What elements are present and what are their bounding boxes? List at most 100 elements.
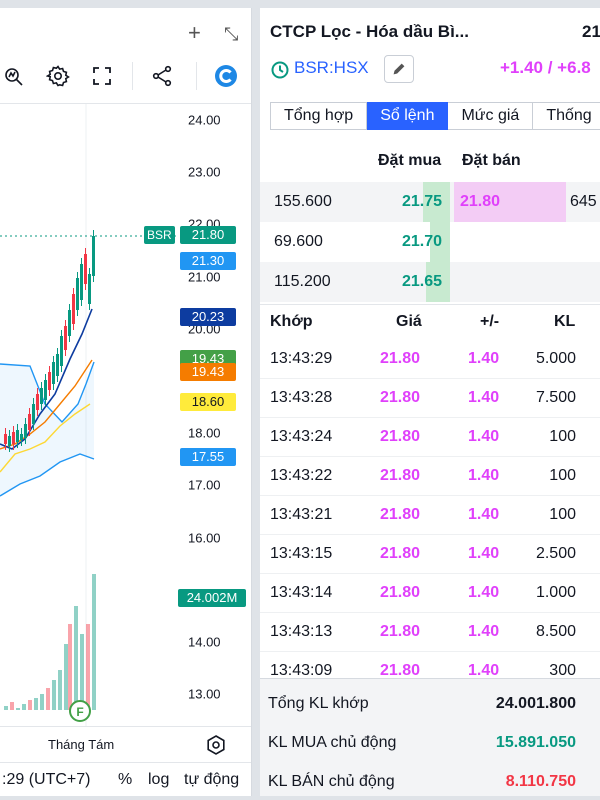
time-axis[interactable]: Tháng Tám xyxy=(0,726,251,762)
log-scale-toggle[interactable]: log xyxy=(148,771,169,789)
trades-list[interactable]: 13:43:29 21.80 1.40 5.000 13:43:28 21.80 1.40 7… xyxy=(260,340,600,676)
trade-volume: 100 xyxy=(549,428,576,445)
tab-0[interactable]: Tổng hợp xyxy=(270,102,368,130)
volume-tag: 24.002M xyxy=(178,589,246,607)
trade-time: 13:43:21 xyxy=(270,506,333,523)
fullscreen-icon[interactable] xyxy=(88,62,116,90)
trade-row: 13:43:29 21.80 1.40 5.000 xyxy=(260,340,600,379)
bid-volume: 155.600 xyxy=(274,193,332,210)
tab-1[interactable]: Sổ lệnh xyxy=(367,102,449,130)
trade-time: 13:43:14 xyxy=(270,584,333,601)
volume-bar xyxy=(86,624,90,710)
trade-volume: 100 xyxy=(549,467,576,484)
trade-time: 13:43:28 xyxy=(270,389,333,406)
price-tick-label: 17.00 xyxy=(188,477,221,493)
ask-volume: 645 xyxy=(570,193,597,210)
timezone-label[interactable]: :29 (UTC+7) xyxy=(2,771,90,789)
volume-bar xyxy=(34,698,38,710)
auto-scale-toggle[interactable]: tự động xyxy=(184,771,239,789)
trade-change: 1.40 xyxy=(468,428,500,445)
trade-change: 1.40 xyxy=(468,584,500,601)
add-panel-button[interactable]: + xyxy=(188,22,201,44)
trades-volume-header: KL xyxy=(554,313,576,330)
trade-time: 13:43:24 xyxy=(270,428,333,445)
trade-price: 21.80 xyxy=(380,467,421,484)
depth-row[interactable]: 155.600 21.75 21.80 645 xyxy=(260,182,600,222)
summary-value: 15.891.050 xyxy=(495,734,576,751)
price-tick-label: 23.00 xyxy=(188,164,221,180)
price-tick-label: 13.00 xyxy=(188,686,221,702)
trade-price: 21.80 xyxy=(380,545,421,562)
volume-summary: Tổng KL khớp 24.001.800 KL MUA chủ động 15.… xyxy=(260,678,600,796)
candle-body xyxy=(80,264,83,300)
trade-row: 13:43:13 21.80 1.40 8.500 xyxy=(260,613,600,652)
candle-body xyxy=(64,326,67,350)
brand-logo-icon[interactable] xyxy=(212,62,240,90)
tab-3[interactable]: Thống xyxy=(533,102,600,130)
chart-footer: :29 (UTC+7) % log tự động xyxy=(0,762,251,796)
settings-icon[interactable] xyxy=(44,62,72,90)
depth-row[interactable]: 69.600 21.70 xyxy=(260,222,600,262)
volume-bar xyxy=(46,688,50,710)
toolbar-divider xyxy=(132,62,133,90)
chart-panel: + ⤡ F 24.00 23.00 22.00 21.00 20.00 18.00 17.0… xyxy=(0,8,252,796)
bid-header: Đặt mua xyxy=(378,152,442,169)
edit-symbol-button[interactable] xyxy=(384,55,414,83)
trade-price: 21.80 xyxy=(380,584,421,601)
candle-body xyxy=(4,434,7,444)
price-tick-label: 24.00 xyxy=(188,112,221,128)
candle-body xyxy=(32,404,35,424)
bid-volume: 69.600 xyxy=(274,233,323,250)
collapse-panel-button[interactable]: ⤡ xyxy=(224,25,238,43)
company-title: CTCP Lọc - Hóa dầu Bì... xyxy=(270,22,469,41)
trade-time: 13:43:15 xyxy=(270,545,333,562)
summary-row: Tổng KL khớp 24.001.800 xyxy=(260,685,600,723)
share-icon[interactable] xyxy=(148,62,176,90)
order-book-tabs: Tổng hợp Sổ lệnh Mức giá Thống xyxy=(270,102,600,130)
chart-toolbar xyxy=(0,48,251,104)
candle-body xyxy=(60,336,63,366)
price-tick-label: 14.00 xyxy=(188,634,221,650)
indicators-icon[interactable] xyxy=(0,62,28,90)
volume-bar xyxy=(52,680,56,710)
candle-body xyxy=(68,310,71,336)
pencil-icon xyxy=(393,63,405,75)
depth-row[interactable]: 115.200 21.65 xyxy=(260,262,600,302)
candle-body xyxy=(16,430,19,442)
price-axis[interactable]: 24.00 23.00 22.00 21.00 20.00 18.00 17.00 16.00… xyxy=(144,104,251,722)
candle-body xyxy=(44,380,47,400)
candle-body xyxy=(36,394,39,410)
volume-bar xyxy=(80,634,84,710)
trades-price-header: Giá xyxy=(396,313,422,330)
volume-bar xyxy=(68,624,72,710)
axis-settings-icon[interactable] xyxy=(204,733,228,757)
bid-volume: 115.200 xyxy=(274,273,331,290)
trade-change: 1.40 xyxy=(468,623,500,640)
price-chart-plot[interactable]: F xyxy=(0,104,176,726)
trade-time: 13:43:22 xyxy=(270,467,333,484)
event-marker-label: F xyxy=(76,705,83,719)
price-tick-label: 16.00 xyxy=(188,530,221,546)
candle-body xyxy=(24,424,27,438)
trade-volume: 7.500 xyxy=(535,389,576,406)
summary-row: KL MUA chủ động 15.891.050 xyxy=(260,724,600,762)
percent-scale-toggle[interactable]: % xyxy=(118,771,132,789)
trade-price: 21.80 xyxy=(380,428,421,445)
volume-bar xyxy=(16,708,20,710)
trade-time: 13:43:13 xyxy=(270,623,333,640)
volume-bar xyxy=(92,574,96,710)
trades-change-header: +/- xyxy=(480,313,500,330)
symbol-label[interactable]: BSR:HSX xyxy=(294,58,369,78)
trade-row: 13:43:24 21.80 1.40 100 xyxy=(260,418,600,457)
candle-body xyxy=(88,274,91,304)
trade-price: 21.80 xyxy=(380,350,421,367)
candle-body xyxy=(8,436,11,446)
price-tick-label: 21.00 xyxy=(188,269,221,285)
summary-row: KL BÁN chủ động 8.110.750 xyxy=(260,763,600,796)
candle-body xyxy=(76,278,79,310)
candle-body xyxy=(72,294,75,324)
trade-change: 1.40 xyxy=(468,545,500,562)
trade-price: 21.80 xyxy=(380,662,421,676)
tab-2[interactable]: Mức giá xyxy=(448,102,534,130)
candle-body xyxy=(40,388,43,404)
